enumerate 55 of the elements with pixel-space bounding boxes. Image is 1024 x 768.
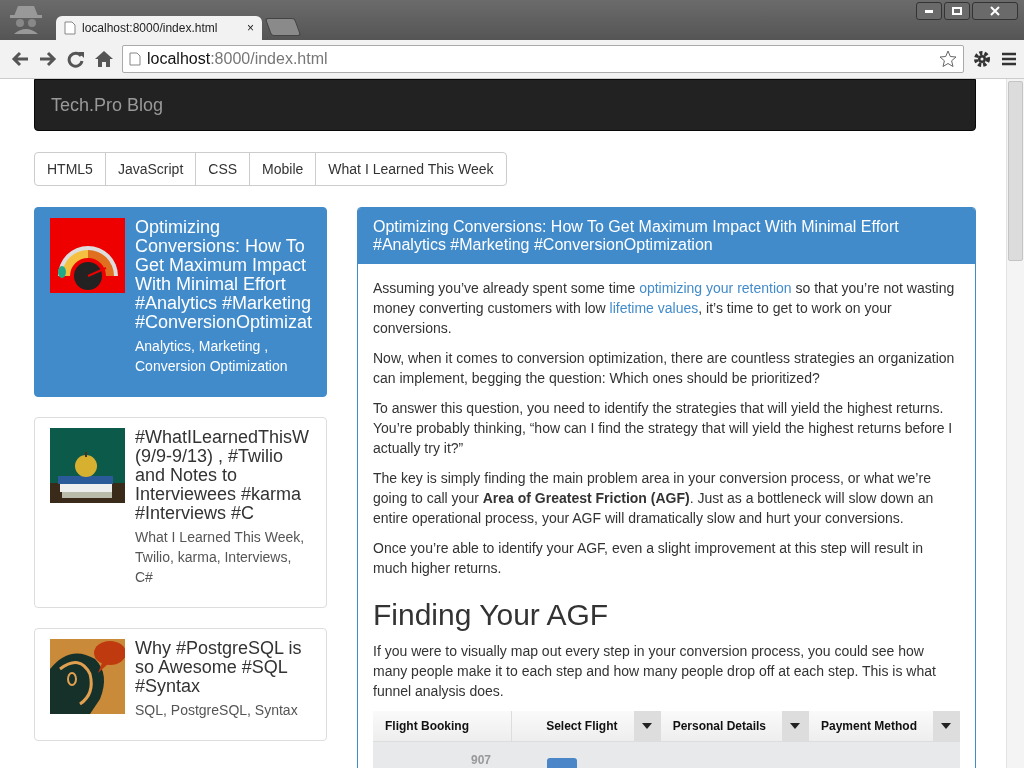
section-heading: Finding Your AGF [373,598,610,631]
paragraph: Once you’re able to identify your AGF, even a slight improvement at this step will result in much higher returns. [373,539,925,578]
page-icon [64,21,76,35]
post-title: #WhatILearnedThisW (9/9-9/13) , #Twilio and Notes to Interviewees #karma #Interviews #C [135,428,310,523]
post-tags: SQL, PostgreSQL, Syntax [135,700,302,720]
dropdown-button[interactable] [933,711,959,741]
column-header: Payment Method [821,718,917,735]
minimize-button[interactable] [916,2,942,20]
article-title: Optimizing Conversions: How To Get Maximum Impact With Minimal Effort #Analytics #Marketing #ConversionOptimization [358,208,975,264]
home-icon[interactable] [94,50,114,68]
paragraph: The key is simply finding the main problem area in your conversion process, or what we’re going to call your Area of Greatest Friction (AGF). Just as a bottleneck will slow down an entire operational process, your AGF will dramatically slow and hurt your conversions. [373,469,935,528]
category-button[interactable]: CSS [195,152,251,186]
maximize-icon [952,7,962,15]
paragraph: Assuming you’ve already spent some time optimizing your retention so that you’re not wasting money converting customers with low lifetime values, it’s time to get to work on your conversions. [373,279,956,338]
column-header: Personal Details [672,718,766,735]
settings-icon[interactable] [972,49,992,69]
category-button[interactable]: JavaScript [104,152,197,186]
page-icon [129,52,141,66]
category-button[interactable]: What I Learned This Week [315,152,507,186]
reload-icon[interactable] [66,50,86,68]
post-tags: What I Learned This Week, Twilio, karma, Interviews, C# [135,527,310,587]
back-icon[interactable] [10,50,30,68]
new-tab-button[interactable] [264,18,302,36]
post-title: Optimizing Conversions: How To Get Maximum Impact With Minimal Effort #Analytics #Marketing #ConversionOptimizat [135,218,311,332]
paragraph: Now, when it comes to conversion optimization, there are countless strategies an organization can implement, begging the question: Which ones should be prioritized? [373,349,956,388]
post-card[interactable]: Why #PostgreSQL is so Awesome #SQL #Syntax SQL, PostgreSQL, Syntax [34,628,327,741]
forward-icon[interactable] [38,50,58,68]
post-tags: Analytics, Marketing , Conversion Optimization [135,336,311,376]
column-header: Select Flight [546,718,618,735]
maximize-button[interactable] [944,2,970,20]
post-title: Why #PostgreSQL is so Awesome #SQL #Syntax [135,639,302,696]
browser-tab[interactable]: localhost:8000/index.html × [56,16,262,40]
dropdown-button[interactable] [782,711,808,741]
post-card[interactable]: #WhatILearnedThisW (9/9-9/13) , #Twilio and Notes to Interviewees #karma #Interviews #C What I Learned This Week, Twilio, karma, Interviews, C# [34,417,327,608]
brand-link[interactable]: Tech.Pro Blog [51,94,164,116]
star-icon[interactable] [939,50,957,68]
dropdown-button[interactable] [633,711,660,741]
column-header: Flight Booking [385,718,469,735]
post-card[interactable]: Optimizing Conversions: How To Get Maximum Impact With Minimal Effort #Analytics #Marketing #ConversionOptimizat Analytics, Marketing , Conversion Optimization [34,207,327,397]
close-icon [990,6,1000,16]
close-button[interactable] [972,2,1018,20]
caret-icon [790,723,800,729]
caret-icon [941,723,951,729]
scrollbar[interactable] [1006,79,1024,768]
caret-icon [641,723,652,729]
paragraph: If you were to visually map out every step in your conversion process, you could see how many people make it to each step and how many people drop off at each step. This is what funnel analysis does. [373,642,937,701]
address-bar[interactable]: localhost:8000/index.html [122,45,964,73]
menu-icon[interactable] [1000,51,1018,67]
category-button[interactable]: HTML5 [34,152,106,186]
text-link[interactable]: optimizing your retention [639,280,792,296]
axis-tick-label: 907 [469,752,491,768]
paragraph: To answer this question, you need to identify the strategies that will yield the highest returns. You’re probably thinking, “how can I find the strategy that will yield the highest returns before I actually try it?” [373,399,954,458]
category-button[interactable]: Mobile [249,152,317,186]
minimize-icon [925,9,933,13]
scrollbar-thumb[interactable] [1008,81,1023,261]
